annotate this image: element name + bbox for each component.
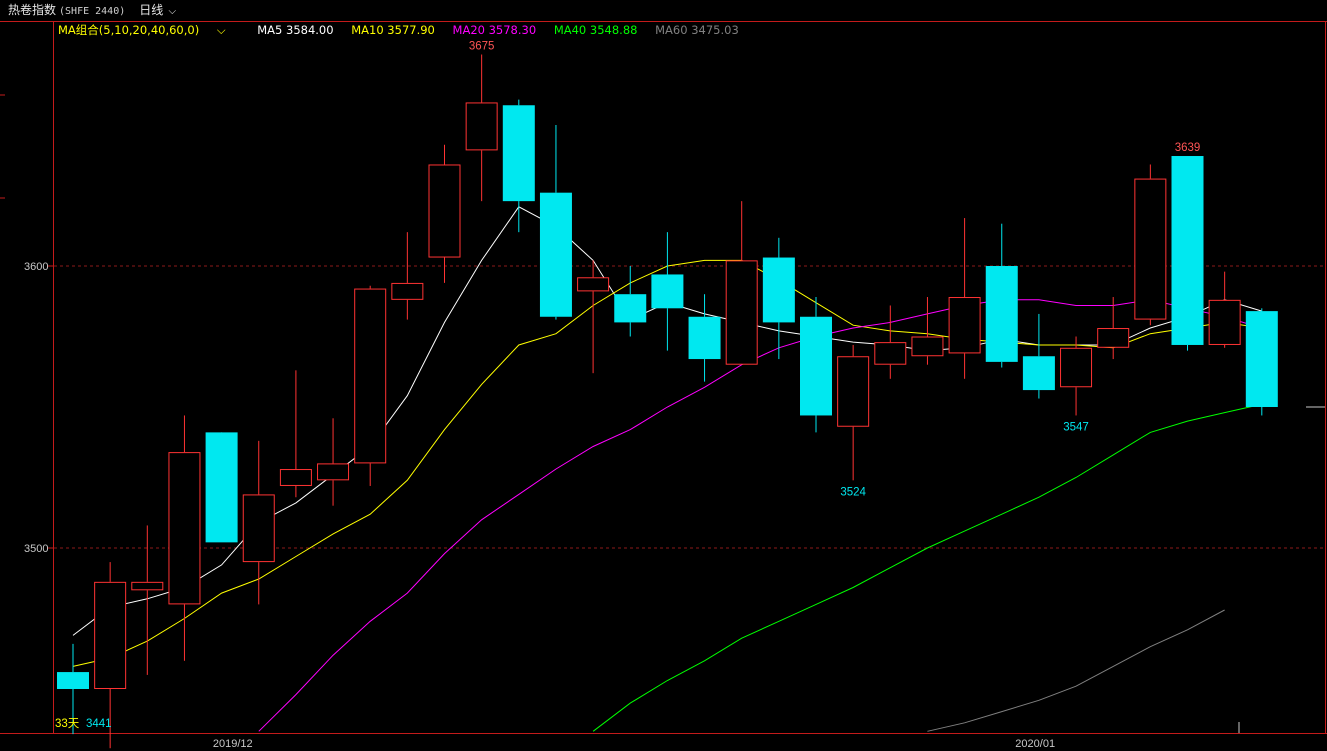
legend-ma20: MA20 3578.30 — [452, 23, 537, 37]
candle-up — [725, 201, 758, 365]
candle-body — [577, 277, 610, 292]
candle-up — [168, 415, 201, 661]
candle-body — [57, 672, 89, 689]
candle-body — [354, 288, 387, 464]
candle-body — [279, 469, 312, 486]
candle-body — [762, 257, 795, 323]
candle-body — [539, 192, 572, 317]
ma-group-label: MA组合(5,10,20,40,60,0) — [58, 23, 200, 37]
candle-body — [1134, 178, 1167, 320]
candle-down — [205, 432, 238, 543]
extreme-price-label: 3639 — [1175, 142, 1201, 154]
y-tick-label: 3600 — [24, 261, 48, 273]
legend-ma40: MA40 3548.88 — [553, 23, 638, 37]
candle-body — [1245, 311, 1278, 407]
candle-body — [1171, 156, 1204, 345]
ma-line-ma20 — [258, 299, 1262, 732]
candle-body — [242, 494, 275, 563]
candle-body — [800, 316, 832, 416]
candle-body — [614, 294, 647, 323]
extreme-price-label: 3675 — [469, 41, 495, 53]
candle-up — [242, 440, 275, 605]
candle-up — [428, 144, 461, 283]
legend-ma60: MA60 3475.03 — [655, 23, 739, 37]
candle-body — [948, 297, 981, 354]
candle-body — [465, 102, 498, 151]
ma-line-ma40 — [592, 403, 1262, 732]
candle-up — [837, 344, 870, 481]
candle-body — [651, 274, 684, 309]
candle-up — [874, 305, 907, 379]
candle-down — [1022, 313, 1055, 399]
candle-down — [688, 294, 721, 382]
candle-body — [725, 260, 758, 365]
period-low-label: 3441 — [86, 718, 112, 730]
candle-up — [354, 285, 387, 486]
candle-down — [539, 125, 572, 320]
candle-body — [428, 164, 461, 258]
candle-down — [985, 223, 1018, 368]
candle-up — [911, 297, 944, 365]
x-tick-label: 2019/12 — [213, 738, 253, 750]
days-count-label: 33天 — [55, 718, 80, 730]
candle-up — [279, 370, 312, 498]
candle-body — [1208, 299, 1241, 345]
candle-body — [1022, 356, 1055, 391]
y-tick-label: 3500 — [24, 543, 48, 555]
candlestick-layer — [57, 54, 1278, 749]
candle-up — [465, 54, 498, 202]
ma-line-ma60 — [927, 609, 1225, 732]
candle-up — [1060, 336, 1093, 416]
extreme-price-label: 3524 — [840, 486, 866, 498]
candle-body — [391, 282, 424, 300]
candle-body — [131, 581, 164, 591]
candle-body — [94, 581, 127, 690]
candle-body — [874, 342, 907, 365]
candle-down — [1171, 156, 1204, 351]
candle-up — [1097, 297, 1130, 360]
candle-up — [1134, 164, 1167, 326]
candle-down — [614, 266, 647, 337]
candle-down — [800, 297, 832, 433]
x-tick-label: 2020/01 — [1015, 738, 1055, 750]
candle-down — [1245, 308, 1278, 416]
extreme-price-label: 3547 — [1063, 421, 1089, 433]
chart-window: 热卷指数 (SHFE 2440) 日线 ⌵ 3675 3524 3547 3639 33天 3… — [0, 0, 1327, 751]
candle-body — [985, 266, 1018, 362]
ma-group-selector[interactable]: MA组合(5,10,20,40,60,0) ⌵ — [58, 23, 240, 37]
candle-down — [762, 237, 795, 360]
legend-ma10: MA10 3577.90 — [351, 23, 435, 37]
candle-body — [317, 463, 350, 481]
ma-legend: MA组合(5,10,20,40,60,0) ⌵ MA5 3584.00 MA10… — [58, 22, 753, 38]
candle-body — [688, 316, 721, 360]
candle-body — [1060, 347, 1093, 388]
candle-up — [1208, 271, 1241, 348]
candle-up — [391, 232, 424, 320]
candle-up — [577, 260, 610, 374]
chevron-down-icon: ⌵ — [213, 23, 226, 37]
candle-body — [1097, 328, 1130, 348]
candle-up — [317, 418, 350, 506]
candle-body — [168, 452, 201, 605]
candle-down — [651, 232, 684, 351]
candle-body — [502, 105, 535, 202]
candle-body — [837, 356, 870, 427]
legend-ma5: MA5 3584.00 — [257, 23, 334, 37]
candle-body — [205, 432, 238, 543]
candle-body — [911, 336, 944, 357]
candle-up — [948, 218, 981, 379]
price-chart[interactable]: 3675 3524 3547 3639 33天 3441 3600 3500 2019/12 2… — [0, 0, 1327, 751]
axis-layer: 3600 3500 2019/12 2020/01 — [0, 21, 1326, 750]
